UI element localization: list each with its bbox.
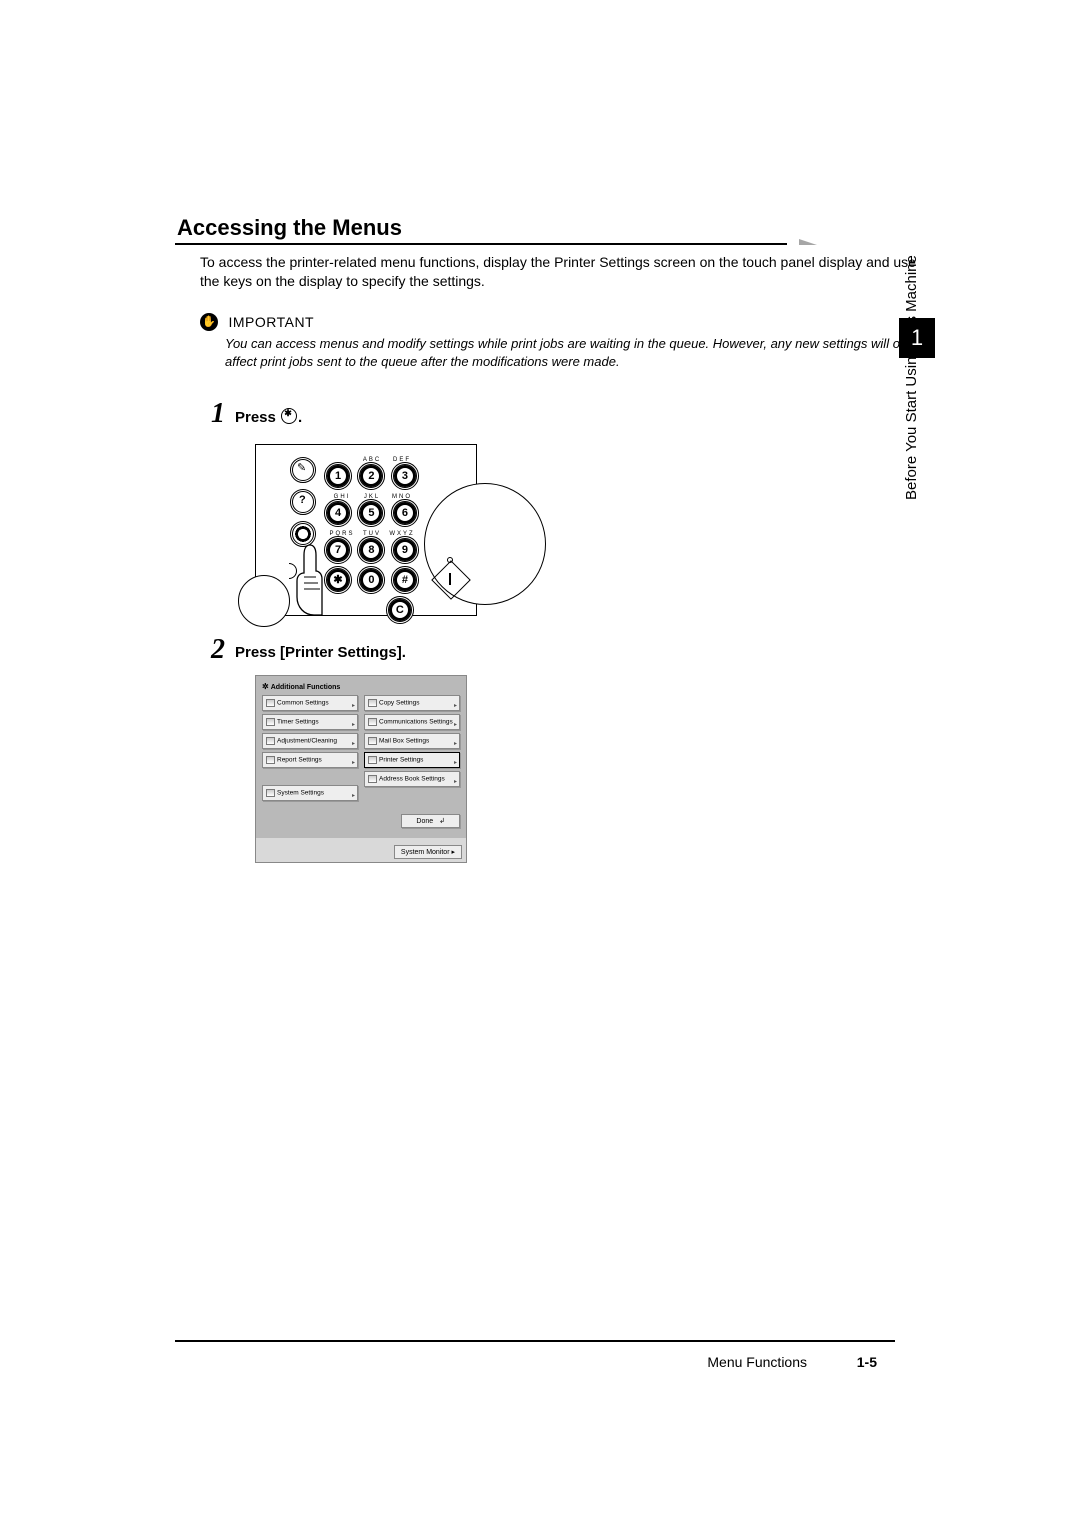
key-clear: C (388, 598, 412, 622)
key-2: 2 (359, 464, 383, 488)
chevron-right-icon: ▸ (451, 849, 455, 856)
btn-timer-settings: Timer Settings▸ (262, 714, 358, 730)
important-label: IMPORTANT (228, 314, 314, 330)
start-diamond-icon (436, 565, 466, 595)
step-1-title-suffix: . (298, 409, 302, 426)
step-2: 2 Press [Printer Settings]. ✲Additional … (235, 644, 875, 863)
footer-title: Menu Functions (707, 1354, 807, 1370)
btn-report-settings: Report Settings▸ (262, 752, 358, 768)
settings-key-icon (281, 408, 297, 424)
step-1-title-prefix: Press (235, 409, 280, 426)
btn-printer-settings: Printer Settings▸ (364, 752, 460, 768)
btn-communications-settings: Communications Settings▸ (364, 714, 460, 730)
key-4: 4 (326, 501, 350, 525)
key-hash: # (393, 568, 417, 592)
key-6: 6 (393, 501, 417, 525)
btn-mail-box-settings: Mail Box Settings▸ (364, 733, 460, 749)
heading-wedge-icon (799, 239, 817, 245)
screenshot-left-column: Common Settings▸ Timer Settings▸ Adjustm… (262, 695, 358, 804)
section-heading: Accessing the Menus (175, 215, 875, 241)
touchscreen-screenshot: ✲Additional Functions Common Settings▸ T… (255, 675, 467, 863)
footer-rule (175, 1340, 895, 1342)
key-9: 9 (393, 538, 417, 562)
help-key-icon: ? (292, 491, 314, 513)
screenshot-header: ✲Additional Functions (262, 682, 460, 691)
keypad-grid: ABCDEF 1 2 3 GHIJKLMNO 4 5 6 PQRSTUVWXYZ… (326, 457, 422, 628)
btn-system-settings: System Settings▸ (262, 785, 358, 801)
screenshot-right-column: Copy Settings▸ Communications Settings▸ … (364, 695, 460, 804)
step-1-title: Press . (235, 408, 875, 426)
panel-arc-left (238, 575, 290, 627)
btn-common-settings: Common Settings▸ (262, 695, 358, 711)
intro-paragraph: To access the printer-related menu funct… (200, 253, 920, 291)
key-1: 1 (326, 464, 350, 488)
step-2-number: 2 (211, 634, 225, 666)
return-icon: ↲ (439, 818, 445, 825)
important-text: You can access menus and modify settings… (225, 335, 925, 370)
btn-address-book-settings: Address Book Settings▸ (364, 771, 460, 787)
step-1-number: 1 (211, 398, 225, 430)
footer-page-number: 1-5 (857, 1354, 877, 1370)
btn-copy-settings: Copy Settings▸ (364, 695, 460, 711)
pointing-hand-icon (292, 543, 328, 613)
btn-system-monitor: System Monitor ▸ (394, 845, 462, 859)
step-2-title: Press [Printer Settings]. (235, 644, 875, 661)
gear-icon: ✲ (262, 682, 269, 691)
keypad-illustration: ✎ ? ABCDEF 1 2 3 GHIJKLMNO 4 5 6 (255, 444, 477, 616)
important-hand-icon: ✋ (200, 313, 218, 331)
page-content: Accessing the Menus To access the printe… (175, 215, 875, 863)
key-8: 8 (359, 538, 383, 562)
key-0: 0 (359, 568, 383, 592)
important-header: ✋ IMPORTANT (200, 313, 875, 331)
chapter-vertical-label: Before You Start Using This Machine (903, 255, 920, 500)
btn-done: Done↲ (401, 814, 460, 828)
key-5: 5 (359, 501, 383, 525)
key-3: 3 (393, 464, 417, 488)
section-heading-row: Accessing the Menus (175, 215, 875, 243)
pencil-key-icon: ✎ (292, 459, 314, 481)
settings-key-target-icon (292, 523, 314, 545)
step-1: 1 Press . ✎ ? ABCDEF 1 2 3 GHIJKLMNO (235, 408, 875, 616)
heading-rule (175, 243, 787, 245)
btn-adjustment-cleaning: Adjustment/Cleaning▸ (262, 733, 358, 749)
